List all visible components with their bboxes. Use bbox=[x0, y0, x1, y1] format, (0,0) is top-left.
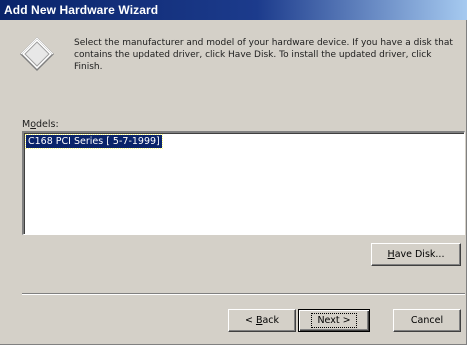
list-item[interactable]: C168 PCI Series [ 5-7-1999] bbox=[25, 134, 163, 149]
have-disk-label: Have Disk... bbox=[388, 249, 445, 260]
models-label-suffix: dels: bbox=[36, 119, 59, 130]
next-label: Next > bbox=[311, 313, 357, 328]
have-disk-button[interactable]: Have Disk... bbox=[371, 243, 461, 266]
models-listbox[interactable]: C168 PCI Series [ 5-7-1999] bbox=[22, 131, 465, 235]
wizard-window: Add New Hardware Wizard Select the manuf… bbox=[0, 0, 467, 345]
separator bbox=[22, 293, 465, 295]
title-bar[interactable]: Add New Hardware Wizard bbox=[0, 0, 467, 20]
have-disk-mnemonic: H bbox=[387, 249, 395, 260]
back-button[interactable]: < Back bbox=[228, 309, 296, 332]
cancel-button[interactable]: Cancel bbox=[393, 309, 461, 332]
models-label: Models: bbox=[22, 119, 59, 130]
cancel-label: Cancel bbox=[410, 315, 444, 326]
models-label-prefix: M bbox=[22, 119, 31, 130]
back-label: < Back bbox=[245, 315, 279, 326]
have-disk-rest: ave Disk... bbox=[394, 249, 445, 260]
next-button[interactable]: Next > bbox=[298, 309, 370, 332]
back-prefix: < bbox=[244, 315, 256, 326]
diamond-icon bbox=[19, 36, 55, 72]
back-rest: ack bbox=[262, 315, 280, 326]
instruction-text: Select the manufacturer and model of you… bbox=[74, 38, 453, 72]
window-title: Add New Hardware Wizard bbox=[4, 3, 159, 17]
